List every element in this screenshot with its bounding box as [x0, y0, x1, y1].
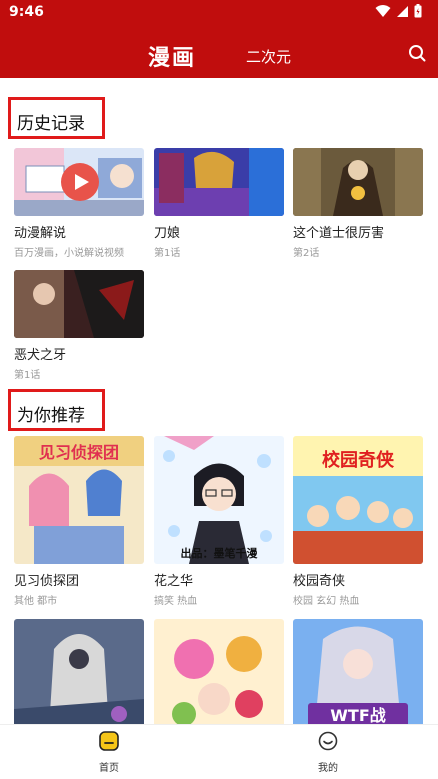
app-title[interactable]: 漫画 [148, 40, 196, 72]
nav-home[interactable]: 首页 [79, 731, 139, 774]
cover-text: WTF战 [330, 706, 386, 724]
smile-icon [318, 731, 338, 751]
signal-icon [397, 5, 408, 17]
cover-image [14, 619, 144, 724]
wifi-icon [375, 4, 391, 17]
cover-text: 出品：墨笔千漫 [181, 546, 259, 560]
card-title: 刀娘 [154, 226, 181, 241]
recommend-item-huazhihua[interactable]: 出品：墨笔千漫 花之华 搞笑 热血 [154, 436, 284, 607]
card-title: 见习侦探团 [14, 574, 80, 589]
cover-image [14, 148, 144, 216]
cover-image: WTF战 [293, 619, 423, 724]
history-item-dongman[interactable]: 动漫解说 百万漫画，小说解说视频 [14, 148, 144, 259]
history-item-daoniang[interactable]: 刀娘 第1话 [154, 148, 284, 259]
recommend-item-5[interactable] [154, 619, 284, 724]
card-title: 动漫解说 [14, 226, 67, 241]
cover-image [154, 619, 284, 724]
card-subtitle: 第1话 [154, 248, 181, 259]
history-title-text: 历史记录 [17, 114, 85, 134]
recommend-item-6[interactable]: WTF战 [293, 619, 423, 724]
top-bar: 9:46 漫画 二次元 [0, 0, 438, 78]
cover-image: 校园奇侠 [293, 436, 423, 564]
recommend-item-4[interactable] [14, 619, 144, 724]
history-item-equanzhiya[interactable]: 恶犬之牙 第1话 [14, 270, 144, 381]
play-icon[interactable] [61, 163, 99, 201]
search-icon[interactable] [406, 42, 428, 64]
card-title: 校园奇侠 [293, 574, 346, 589]
cover-image: 见习侦探团 [14, 436, 144, 564]
card-subtitle: 百万漫画，小说解说视频 [14, 248, 124, 259]
bottom-nav: 首页 我的 [0, 724, 438, 779]
card-subtitle: 第2话 [293, 248, 320, 259]
history-section-title: 历史记录 [8, 97, 105, 139]
card-subtitle: 第1话 [14, 370, 41, 381]
card-title: 花之华 [154, 574, 194, 589]
recommend-section-title: 为你推荐 [8, 389, 105, 431]
card-subtitle: 校园 玄幻 热血 [293, 596, 360, 607]
card-subtitle: 其他 都市 [14, 596, 58, 607]
card-title: 这个道士很厉害 [293, 226, 385, 241]
nav-home-label: 首页 [99, 763, 119, 774]
nav-mine-label: 我的 [318, 763, 338, 774]
status-time: 9:46 [9, 4, 44, 20]
home-icon [99, 731, 119, 751]
card-subtitle: 搞笑 热血 [154, 596, 198, 607]
tab-ciyuan[interactable]: 二次元 [246, 46, 291, 67]
recommend-title-text: 为你推荐 [17, 406, 85, 426]
cover-image [14, 270, 144, 338]
nav-mine[interactable]: 我的 [298, 731, 358, 774]
cover-text: 校园奇侠 [322, 449, 395, 471]
status-icons [375, 4, 422, 18]
history-item-daoshi[interactable]: 这个道士很厉害 第2话 [293, 148, 423, 259]
recommend-item-jianxi[interactable]: 见习侦探团 见习侦探团 其他 都市 [14, 436, 144, 607]
cover-image [293, 148, 423, 216]
recommend-item-xiaoyuan[interactable]: 校园奇侠 校园奇侠 校园 玄幻 热血 [293, 436, 423, 607]
cover-image [154, 148, 284, 216]
cover-text: 见习侦探团 [39, 443, 119, 462]
cover-image: 出品：墨笔千漫 [154, 436, 284, 564]
battery-icon [414, 4, 422, 18]
main-content[interactable]: 历史记录 动漫解说 百万漫画，小说解说视频 刀娘 第1话 这个道士很厉害 第2话… [0, 78, 438, 724]
card-title: 恶犬之牙 [14, 348, 67, 363]
